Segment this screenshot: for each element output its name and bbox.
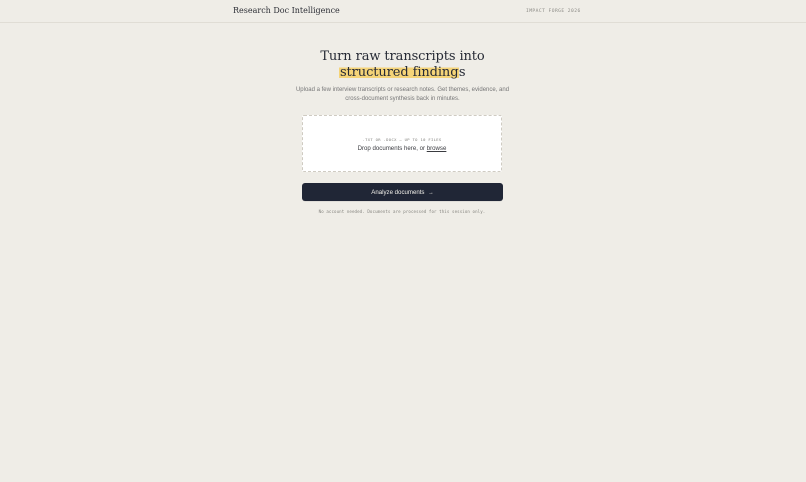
top-bar: Research Doc Intelligence IMPACT FORGE 2… bbox=[0, 0, 806, 23]
headline-suffix: s bbox=[458, 64, 466, 80]
headline-line-two: structured findings bbox=[250, 64, 555, 81]
drop-instructions: Drop documents here, or browse bbox=[303, 145, 501, 152]
analyze-button-label: Analyze documents bbox=[371, 188, 425, 196]
headline-line-one: Turn raw transcripts into bbox=[320, 49, 485, 64]
right-arrow-icon: → bbox=[428, 189, 434, 196]
headline-highlight: structured finding bbox=[339, 64, 459, 80]
hero-section: Turn raw transcripts into structured fin… bbox=[250, 49, 555, 104]
privacy-note: No account needed. Documents are process… bbox=[318, 209, 486, 214]
brand-title: Research Doc Intelligence bbox=[233, 6, 340, 15]
drop-prompt: Drop documents here, or bbox=[357, 145, 426, 152]
file-type-hint: .TXT OR .DOCX — UP TO 10 FILES bbox=[362, 137, 442, 142]
hero-subtitle: Upload a few interview transcripts or re… bbox=[295, 87, 510, 102]
document-dropzone[interactable]: .TXT OR .DOCX — UP TO 10 FILES Drop docu… bbox=[302, 115, 502, 172]
event-label: IMPACT FORGE 2026 bbox=[526, 9, 581, 14]
analyze-documents-button[interactable]: Analyze documents → bbox=[302, 183, 503, 201]
browse-link[interactable]: browse bbox=[427, 145, 447, 152]
page-headline: Turn raw transcripts into structured fin… bbox=[250, 49, 555, 80]
